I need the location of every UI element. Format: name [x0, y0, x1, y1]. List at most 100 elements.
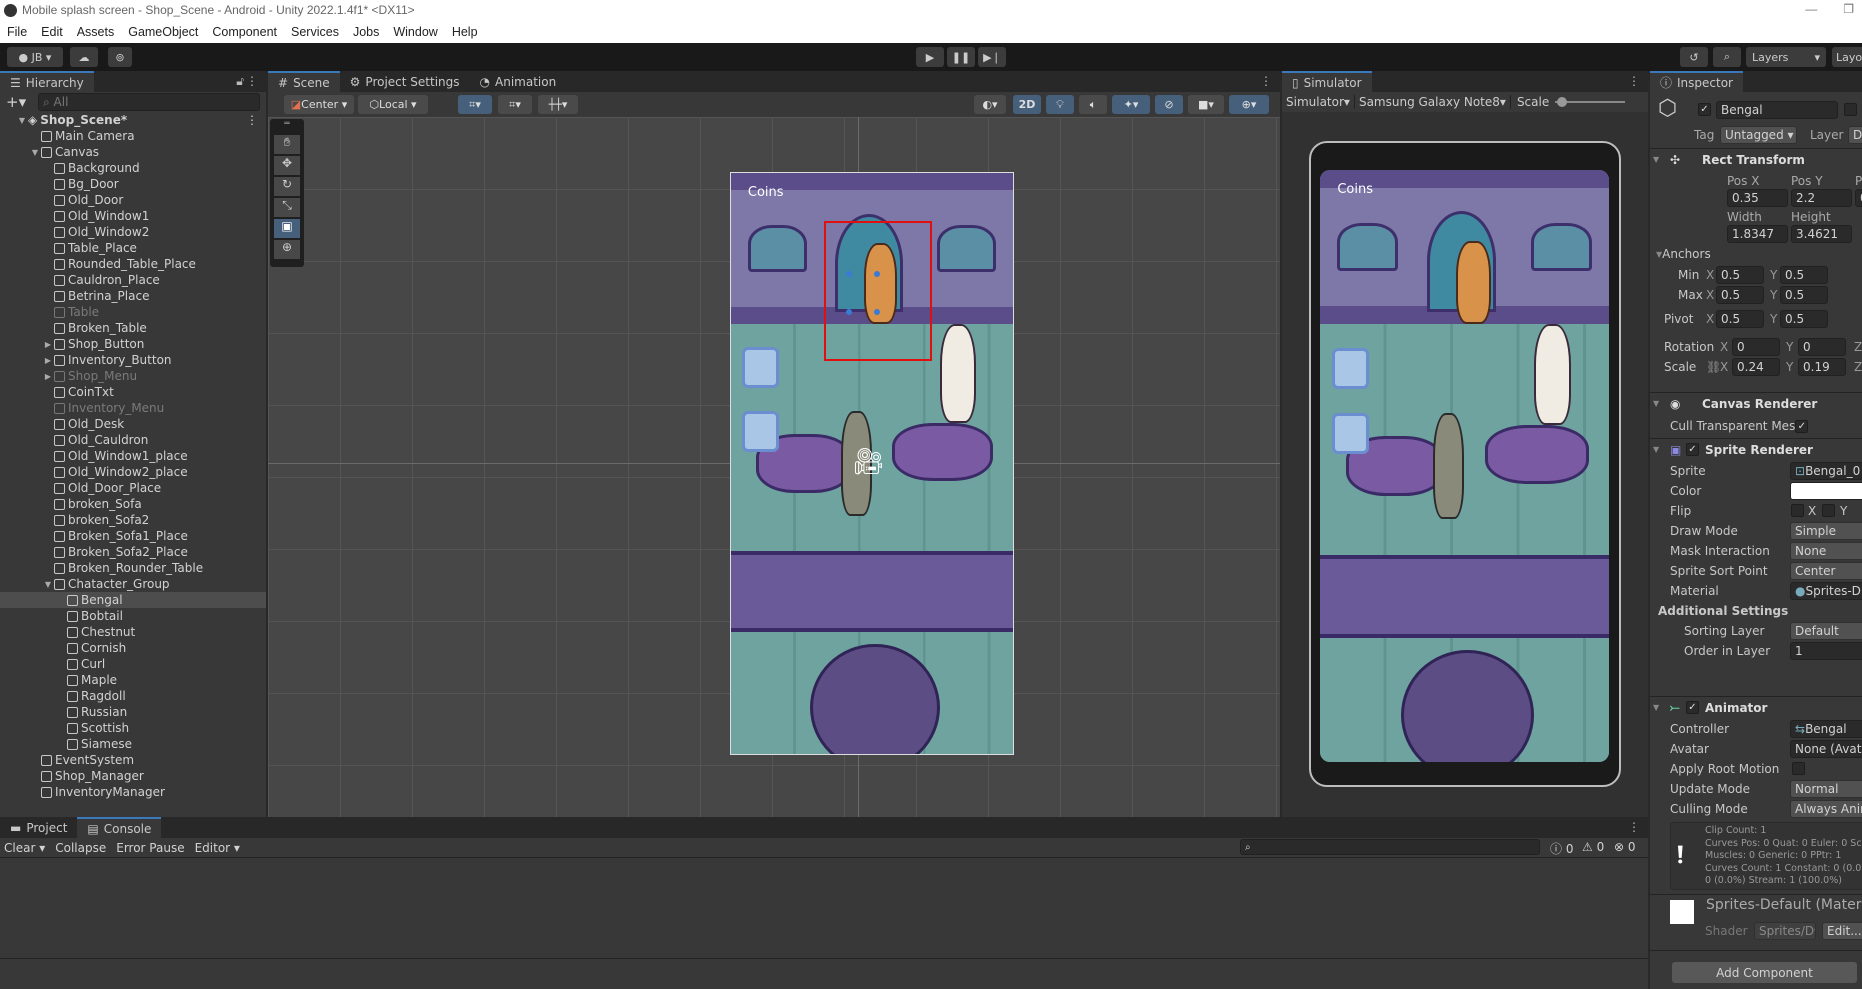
hierarchy-item[interactable]: Curl	[0, 656, 266, 672]
sort-point-dropdown[interactable]: Center	[1790, 562, 1862, 580]
additional-settings-foldout[interactable]: Additional Settings	[1658, 604, 1788, 618]
shader-dropdown[interactable]: Sprites/D▾	[1754, 922, 1816, 940]
height-field[interactable]: 3.4621	[1791, 225, 1852, 243]
rotate-tool-button[interactable]: ↻	[274, 177, 300, 196]
hierarchy-item[interactable]: ▼ Chatacter_Group	[0, 576, 266, 592]
rect-handle[interactable]	[874, 271, 880, 277]
log-count-toggle[interactable]: ⓘ 0	[1550, 840, 1573, 857]
hierarchy-item[interactable]: Table	[0, 304, 266, 320]
menu-component[interactable]: Component	[205, 25, 284, 39]
hierarchy-item[interactable]: Bengal	[0, 592, 266, 608]
tab-project-settings[interactable]: ⚙ Project Settings	[340, 71, 470, 92]
controller-field[interactable]: ⇆ Bengal	[1790, 720, 1862, 738]
cloud-button[interactable]: ☁	[70, 47, 98, 67]
culling-mode-dropdown[interactable]: Always Anim	[1790, 800, 1862, 818]
foldout-arrow-icon[interactable]: ▶	[42, 340, 54, 349]
anchors-foldout[interactable]: ▼ Anchors	[1650, 244, 1862, 264]
camera-gizmo-icon[interactable]: 🎥︎	[852, 447, 885, 477]
device-screen[interactable]: Coins	[1320, 170, 1609, 762]
draw-mode-dropdown[interactable]: Simple	[1790, 522, 1862, 540]
rect-tool-button[interactable]: ▣	[274, 219, 300, 238]
hierarchy-item[interactable]: Cauldron_Place	[0, 272, 266, 288]
scene-menu-icon[interactable]: ⋮	[246, 113, 258, 127]
tab-animation[interactable]: ◔ Animation	[470, 71, 567, 92]
step-button[interactable]: ▶❘	[978, 47, 1006, 67]
hierarchy-item[interactable]: broken_Sofa2	[0, 512, 266, 528]
create-add-button[interactable]: +▾	[6, 93, 26, 111]
scene-viewport[interactable]: ═ ✋︎ ✥ ↻ ⤡ ▣ ⊕ Coins 🎥︎	[268, 117, 1280, 817]
edit-shader-button[interactable]: Edit...	[1822, 922, 1862, 940]
scale-slider[interactable]	[1555, 97, 1626, 107]
scale-slider-thumb[interactable]	[1557, 97, 1568, 107]
hierarchy-item[interactable]: ▼ Canvas	[0, 144, 266, 160]
hierarchy-item[interactable]: Old_Desk	[0, 416, 266, 432]
hierarchy-item[interactable]: CoinTxt	[0, 384, 266, 400]
simulator-mode-dropdown[interactable]: Simulator▾	[1282, 95, 1355, 109]
tag-dropdown[interactable]: Untagged ▾	[1720, 126, 1797, 144]
mask-dropdown[interactable]: None	[1790, 542, 1862, 560]
menu-file[interactable]: File	[0, 25, 34, 39]
foldout-arrow-icon[interactable]: ▶	[42, 356, 54, 365]
tab-scene[interactable]: # Scene	[268, 71, 340, 92]
foldout-arrow-icon[interactable]: ▶	[42, 372, 54, 381]
hierarchy-item[interactable]: Old_Door	[0, 192, 266, 208]
hidden-objects-toggle[interactable]: ⊘	[1155, 95, 1183, 114]
animator-header[interactable]: ▼ ⤚ ✓ Animator	[1650, 696, 1862, 718]
hierarchy-item[interactable]: Table_Place	[0, 240, 266, 256]
hierarchy-item[interactable]: Background	[0, 160, 266, 176]
more-menu-icon[interactable]: ⋮	[1628, 820, 1640, 834]
rect-handle[interactable]	[874, 309, 880, 315]
hierarchy-item[interactable]: Broken_Table	[0, 320, 266, 336]
hand-tool-button[interactable]: ✋︎	[274, 135, 300, 154]
hierarchy-item[interactable]: Russian	[0, 704, 266, 720]
hierarchy-item[interactable]: Inventory_Menu	[0, 400, 266, 416]
anchor-max-x-field[interactable]: 0.5	[1716, 286, 1764, 304]
space-local-dropdown[interactable]: ⬡ Local ▾	[358, 95, 428, 114]
sprite-renderer-enabled-checkbox[interactable]: ✓	[1686, 443, 1699, 456]
clear-button[interactable]: Clear ▾	[4, 841, 45, 855]
selection-rect[interactable]	[824, 221, 932, 361]
layer-dropdown[interactable]: De	[1848, 126, 1862, 144]
hierarchy-item[interactable]: Maple	[0, 672, 266, 688]
undo-history-button[interactable]: ↺	[1680, 47, 1708, 67]
search-button[interactable]: ⌕	[1713, 47, 1741, 67]
lock-icon[interactable]: 🔓︎	[236, 74, 244, 89]
error-count-toggle[interactable]: ⊗ 0	[1614, 840, 1636, 854]
anchor-pivot-x-field[interactable]: 0.5	[1716, 310, 1764, 328]
hierarchy-item[interactable]: Betrina_Place	[0, 288, 266, 304]
hierarchy-item[interactable]: Old_Door_Place	[0, 480, 266, 496]
menu-gameobject[interactable]: GameObject	[121, 25, 205, 39]
cull-transparent-checkbox[interactable]: ✓	[1795, 419, 1809, 433]
sorting-layer-dropdown[interactable]: Default	[1790, 622, 1862, 640]
menu-edit[interactable]: Edit	[34, 25, 70, 39]
rotation-x-field[interactable]: 0	[1732, 338, 1780, 356]
anchor-min-x-field[interactable]: 0.5	[1716, 266, 1764, 284]
rect-handle[interactable]	[846, 271, 852, 277]
grid-snap-toggle[interactable]: ⌗▾	[458, 95, 492, 114]
play-button[interactable]: ▶	[916, 47, 944, 67]
hierarchy-item[interactable]: Bobtail	[0, 608, 266, 624]
canvas-renderer-header[interactable]: ▼ ◉ Canvas Renderer	[1650, 392, 1862, 414]
menu-jobs[interactable]: Jobs	[346, 25, 386, 39]
hierarchy-item[interactable]: Chestnut	[0, 624, 266, 640]
flip-x-checkbox[interactable]	[1791, 504, 1804, 517]
menu-services[interactable]: Services	[284, 25, 346, 39]
layers-dropdown[interactable]: Layers ▾	[1746, 47, 1826, 67]
active-checkbox[interactable]: ✓	[1698, 103, 1711, 116]
camera-dropdown[interactable]: ■▾	[1188, 95, 1224, 114]
pivot-center-dropdown[interactable]: ◪ Center ▾	[284, 95, 354, 114]
scale-x-field[interactable]: 0.24	[1732, 358, 1780, 376]
hierarchy-item[interactable]: Broken_Rounder_Table	[0, 560, 266, 576]
minimize-button[interactable]: —	[1805, 2, 1817, 16]
hierarchy-item[interactable]: Old_Cauldron	[0, 432, 266, 448]
more-menu-icon[interactable]: ⋮	[1260, 74, 1272, 88]
tab-hierarchy[interactable]: ☰ Hierarchy	[0, 71, 94, 92]
order-in-layer-field[interactable]: 1	[1790, 642, 1862, 660]
tab-project[interactable]: ▬ Project	[0, 817, 77, 838]
avatar-field[interactable]: None (Avata	[1790, 740, 1862, 758]
editor-dropdown[interactable]: Editor ▾	[195, 841, 240, 855]
rect-handle[interactable]	[846, 309, 852, 315]
hierarchy-item[interactable]: broken_Sofa	[0, 496, 266, 512]
color-field[interactable]	[1790, 482, 1862, 500]
sprite-field[interactable]: ⊡ Bengal_0	[1790, 462, 1862, 480]
